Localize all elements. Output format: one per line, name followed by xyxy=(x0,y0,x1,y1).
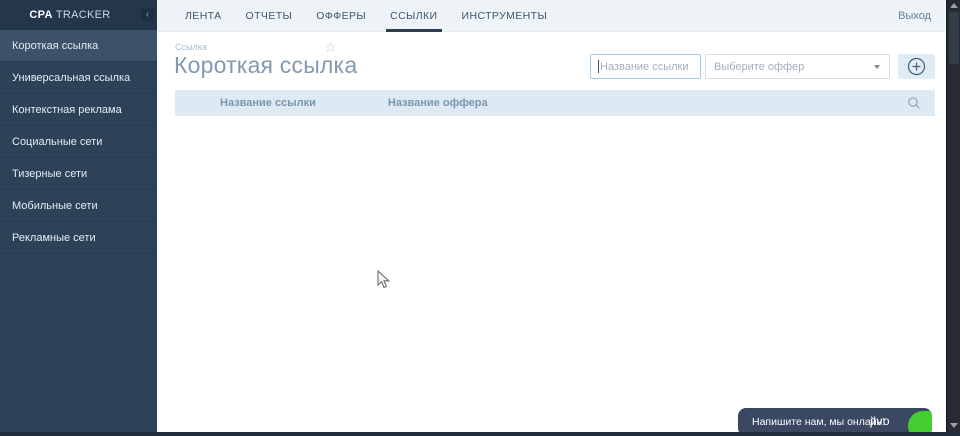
column-header-link-name[interactable]: Название ссылки xyxy=(220,97,316,109)
brand-cpa: CPA xyxy=(29,9,53,21)
vertical-scrollbar[interactable] xyxy=(946,0,960,436)
sidebar-item-social-networks[interactable]: Социальные сети xyxy=(0,126,157,158)
plus-circle-icon xyxy=(907,57,926,76)
sidebar-item-universal-link[interactable]: Универсальная ссылка xyxy=(0,62,157,94)
chevron-down-icon xyxy=(874,65,880,69)
offer-select-placeholder: Выберите оффер xyxy=(714,60,805,73)
sidebar-item-context-ads[interactable]: Контекстная реклама xyxy=(0,94,157,126)
sidebar-header: CPA TRACKER ‹ xyxy=(0,0,157,30)
scroll-up-icon[interactable] xyxy=(950,3,958,8)
brand-logo: CPA TRACKER xyxy=(0,9,140,21)
text-caret xyxy=(598,60,599,73)
tab-lenta[interactable]: ЛЕНТА xyxy=(173,0,234,31)
table-header-row: Название ссылки Название оффера xyxy=(175,90,935,116)
sidebar-collapse-icon[interactable]: ‹ xyxy=(141,8,154,22)
link-name-input[interactable]: Название ссылки xyxy=(590,54,701,79)
sidebar: CPA TRACKER ‹ Короткая ссылка Универсаль… xyxy=(0,0,157,432)
top-nav-bar: ЛЕНТА ОТЧЕТЫ ОФФЕРЫ ССЫЛКИ ИНСТРУМЕНТЫ В… xyxy=(157,0,945,32)
add-link-button[interactable] xyxy=(898,54,935,79)
jivo-logo: jivo xyxy=(869,414,890,428)
sidebar-item-teaser-networks[interactable]: Тизерные сети xyxy=(0,158,157,190)
tab-offers[interactable]: ОФФЕРЫ xyxy=(304,0,378,31)
bottom-edge-bar xyxy=(0,432,960,436)
scrollbar-thumb[interactable] xyxy=(949,12,959,64)
sidebar-item-mobile-networks[interactable]: Мобильные сети xyxy=(0,190,157,222)
tab-links[interactable]: ССЫЛКИ xyxy=(378,0,449,32)
sidebar-item-short-link[interactable]: Короткая ссылка xyxy=(0,30,157,62)
link-name-placeholder: Название ссылки xyxy=(600,60,689,73)
scroll-down-icon[interactable] xyxy=(950,423,958,428)
tab-reports[interactable]: ОТЧЕТЫ xyxy=(234,0,305,31)
sidebar-item-ad-networks[interactable]: Рекламные сети xyxy=(0,222,157,254)
breadcrumb: Ссылка xyxy=(175,42,207,52)
chat-message: Напишите нам, мы онлайн! xyxy=(752,416,886,428)
logout-link[interactable]: Выход xyxy=(898,10,945,22)
brand-tracker: TRACKER xyxy=(52,9,111,21)
main-content: Ссылка Короткая ссылка ☆ Название ссылки… xyxy=(157,32,945,432)
favorite-star-icon[interactable]: ☆ xyxy=(324,39,337,56)
app-window: CPA TRACKER ‹ Короткая ссылка Универсаль… xyxy=(0,0,960,436)
page-title: Короткая ссылка xyxy=(174,52,358,78)
tab-tools[interactable]: ИНСТРУМЕНТЫ xyxy=(450,0,560,31)
search-icon[interactable] xyxy=(907,96,921,110)
top-tabs: ЛЕНТА ОТЧЕТЫ ОФФЕРЫ ССЫЛКИ ИНСТРУМЕНТЫ xyxy=(157,0,560,32)
column-header-offer-name[interactable]: Название оффера xyxy=(388,97,488,109)
filter-bar: Название ссылки Выберите оффер xyxy=(590,54,935,79)
offer-select[interactable]: Выберите оффер xyxy=(705,54,890,79)
